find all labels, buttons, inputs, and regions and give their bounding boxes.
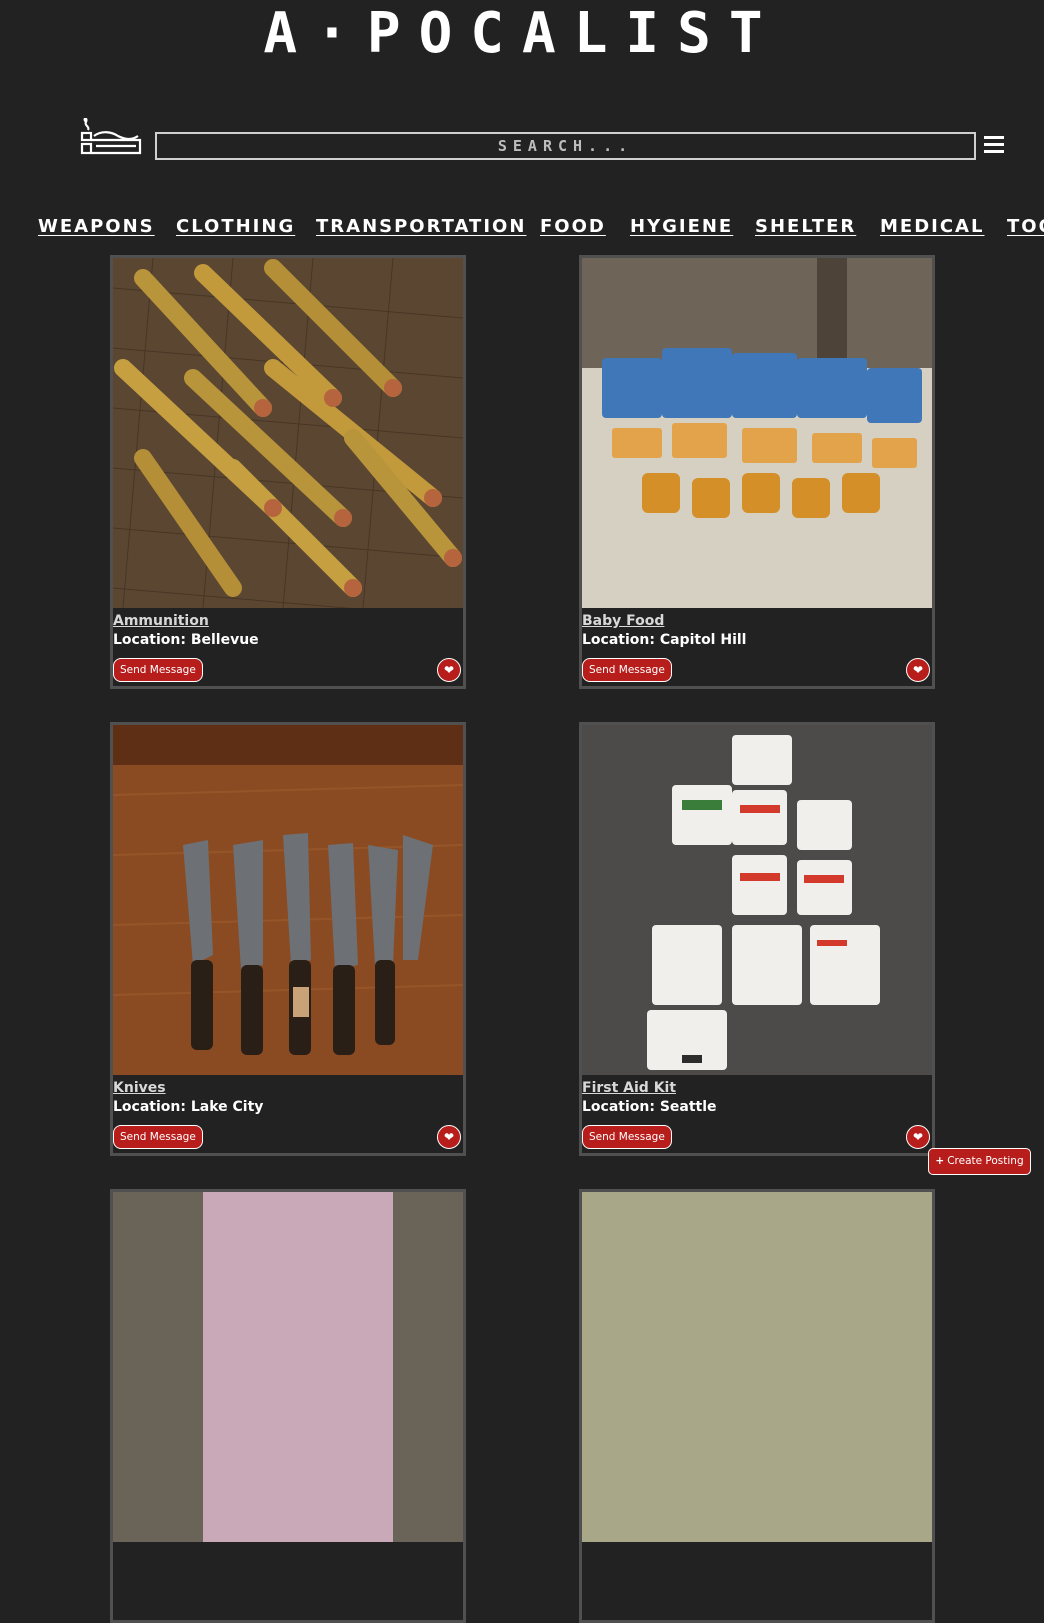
- send-message-button[interactable]: Send Message: [113, 1125, 203, 1149]
- listing-photo-knives[interactable]: [113, 725, 463, 1075]
- nav-shelter[interactable]: SHELTER: [755, 216, 856, 237]
- listing-photo[interactable]: [113, 1192, 463, 1542]
- listing-card: [110, 1189, 466, 1623]
- listing-photo-ammunition[interactable]: [113, 258, 463, 608]
- nav-food[interactable]: FOOD: [540, 216, 606, 237]
- heart-icon[interactable]: ❤: [906, 1125, 930, 1149]
- search-input[interactable]: [155, 132, 976, 160]
- listing-location: Location: Seattle: [582, 1099, 717, 1115]
- listing-title[interactable]: Knives: [113, 1080, 166, 1096]
- listing-location: Location: Bellevue: [113, 632, 259, 648]
- send-message-button[interactable]: Send Message: [582, 658, 672, 682]
- listing-card: [579, 1189, 935, 1623]
- listing-card: Baby Food Location: Capitol Hill Send Me…: [579, 255, 935, 689]
- listing-title[interactable]: Ammunition: [113, 613, 209, 629]
- plus-icon: +: [935, 1155, 945, 1167]
- listing-title[interactable]: First Aid Kit: [582, 1080, 676, 1096]
- site-logo[interactable]: A·POCALIST: [0, 4, 1044, 64]
- nav-transportation[interactable]: TRANSPORTATION: [316, 216, 526, 237]
- heart-icon[interactable]: ❤: [437, 658, 461, 682]
- listing-location: Location: Capitol Hill: [582, 632, 747, 648]
- listing-card: Knives Location: Lake City Send Message …: [110, 722, 466, 1156]
- listing-photo-first-aid-kit[interactable]: [582, 725, 932, 1075]
- listing-card: Ammunition Location: Bellevue Send Messa…: [110, 255, 466, 689]
- listing-card: First Aid Kit Location: Seattle Send Mes…: [579, 722, 935, 1156]
- nav-clothing[interactable]: CLOTHING: [176, 216, 295, 237]
- nav-hygiene[interactable]: HYGIENE: [630, 216, 733, 237]
- brand-icon[interactable]: [80, 118, 142, 156]
- menu-icon[interactable]: [984, 136, 1004, 154]
- listing-title[interactable]: Baby Food: [582, 613, 664, 629]
- send-message-button[interactable]: Send Message: [582, 1125, 672, 1149]
- listing-location: Location: Lake City: [113, 1099, 264, 1115]
- nav-tools[interactable]: TOOLS: [1007, 216, 1044, 237]
- category-nav: WEAPONS CLOTHING TRANSPORTATION FOOD HYG…: [0, 216, 1044, 242]
- create-posting-label: Create Posting: [947, 1155, 1024, 1167]
- create-posting-button[interactable]: + Create Posting: [928, 1148, 1031, 1175]
- heart-icon[interactable]: ❤: [437, 1125, 461, 1149]
- heart-icon[interactable]: ❤: [906, 658, 930, 682]
- listing-photo[interactable]: [582, 1192, 932, 1542]
- send-message-button[interactable]: Send Message: [113, 658, 203, 682]
- nav-medical[interactable]: MEDICAL: [880, 216, 984, 237]
- nav-weapons[interactable]: WEAPONS: [38, 216, 155, 237]
- listing-photo-baby-food[interactable]: [582, 258, 932, 608]
